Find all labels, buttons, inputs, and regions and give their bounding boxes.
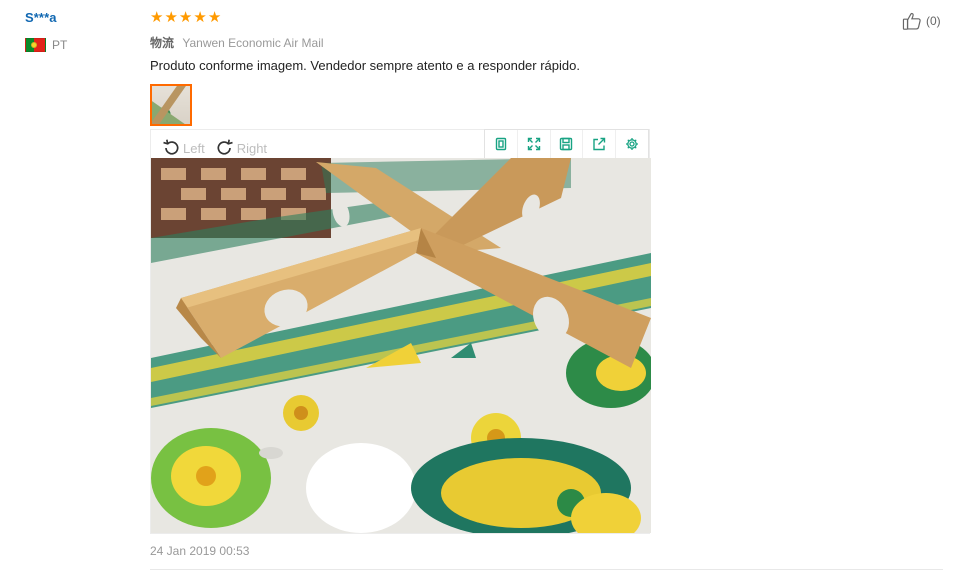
original-size-button[interactable] xyxy=(485,130,518,158)
rotate-right-label: Right xyxy=(236,140,268,156)
review-date: 24 Jan 2019 00:53 xyxy=(150,544,250,558)
photo-viewer: Left Right xyxy=(150,129,651,534)
review-text: Produto conforme imagem. Vendedor sempre… xyxy=(150,58,580,73)
star-icon: ★ xyxy=(207,9,222,26)
rotate-right-button[interactable]: Right xyxy=(215,138,267,158)
rotate-right-icon xyxy=(217,139,233,155)
rotate-left-icon xyxy=(163,139,179,155)
save-button[interactable] xyxy=(551,130,584,158)
country-code: PT xyxy=(52,38,68,52)
viewer-toolbar xyxy=(484,129,649,159)
star-icon: ★ xyxy=(164,9,178,26)
star-icon: ★ xyxy=(150,9,164,26)
rotate-controls: Left Right xyxy=(161,138,267,158)
star-icon: ★ xyxy=(193,9,207,26)
rotate-left-label: Left xyxy=(183,140,205,156)
review-divider xyxy=(150,569,943,570)
helpful-count: (0) xyxy=(926,14,941,28)
portugal-flag-icon xyxy=(25,38,46,52)
fullscreen-button[interactable] xyxy=(518,130,551,158)
share-button[interactable] xyxy=(583,130,617,158)
logistics-value: Yanwen Economic Air Mail xyxy=(182,36,324,50)
thumbs-up-icon xyxy=(902,12,921,30)
star-rating: ★ ★ ★ ★ ★ xyxy=(150,10,221,25)
logistics-info: 物流 Yanwen Economic Air Mail xyxy=(150,34,324,51)
fullscreen-icon xyxy=(527,137,540,151)
save-icon xyxy=(560,137,573,151)
original-size-icon xyxy=(495,137,507,151)
settings-icon xyxy=(626,138,639,150)
reviewer-name[interactable]: S***a xyxy=(25,10,57,25)
rotate-left-button[interactable]: Left xyxy=(161,138,205,158)
review-photo-thumbnail[interactable] xyxy=(150,84,192,126)
helpful-button[interactable]: (0) xyxy=(902,11,941,31)
reviewer-country: PT xyxy=(25,38,67,52)
share-icon xyxy=(593,137,606,151)
star-icon: ★ xyxy=(178,9,193,26)
review-card: S***a PT ★ ★ ★ ★ ★ 物流 Yanwen Economic Ai… xyxy=(0,0,966,572)
review-photo[interactable] xyxy=(151,158,651,533)
review-photo-image xyxy=(151,158,651,533)
settings-button[interactable] xyxy=(616,130,648,158)
logistics-label: 物流 xyxy=(150,36,175,50)
